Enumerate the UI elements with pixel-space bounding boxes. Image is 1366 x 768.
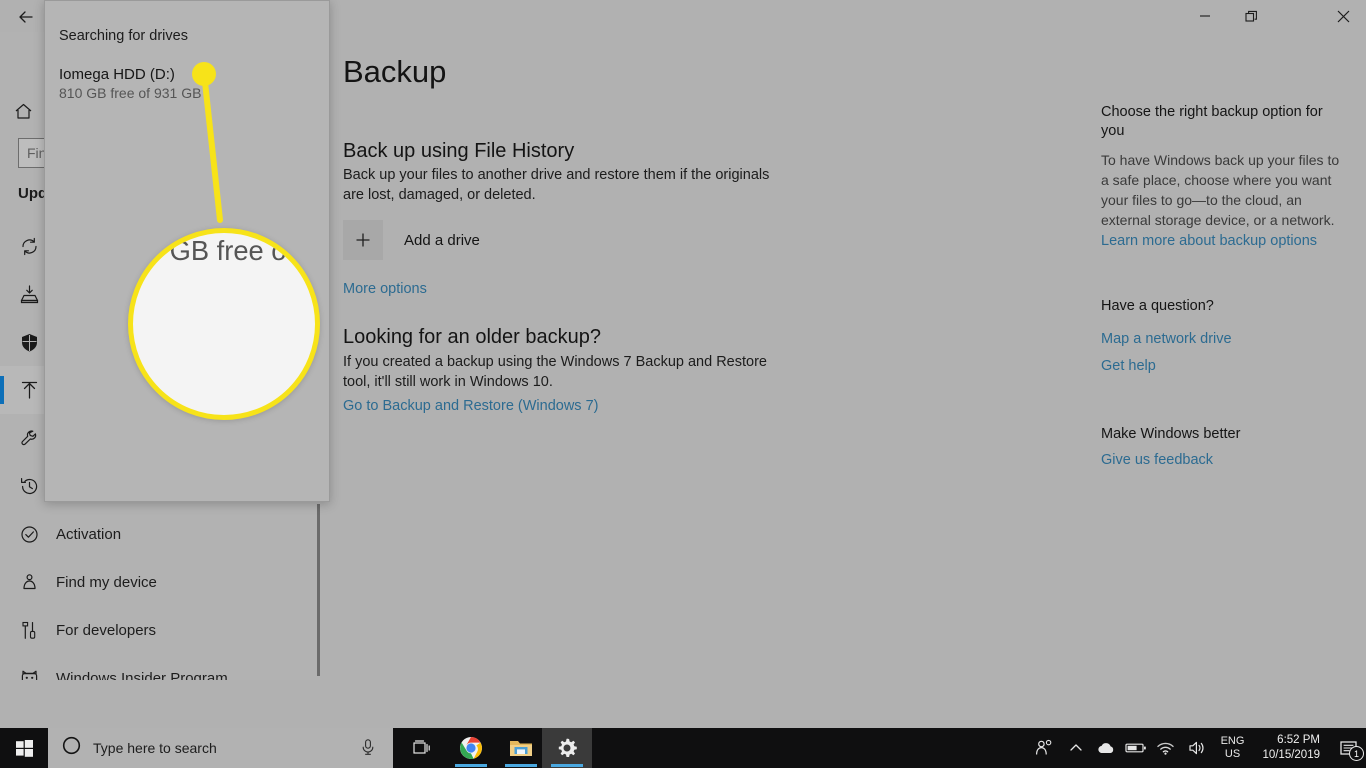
notification-count-badge: 1 <box>1349 746 1364 761</box>
go-to-backup-and-restore-link[interactable]: Go to Backup and Restore (Windows 7) <box>343 398 598 414</box>
upload-arrow-icon <box>12 380 46 401</box>
sidebar-item-windows-insider-program[interactable]: Windows Insider Program <box>0 654 320 680</box>
chrome-icon <box>460 737 482 759</box>
delivery-box-icon <box>12 284 46 305</box>
dev-tools-icon <box>12 620 46 641</box>
drive-name: Iomega HDD (D:) <box>59 66 175 83</box>
drive-free-space: 810 GB free of 931 GB <box>59 85 202 101</box>
screen: Fin Upd Windows Update <box>0 0 1366 768</box>
person-pin-icon <box>12 572 46 593</box>
taskbar-search-input[interactable]: Type here to search <box>48 728 393 768</box>
gear-icon <box>558 738 577 757</box>
map-a-network-drive-link[interactable]: Map a network drive <box>1101 331 1232 347</box>
magnifier-content: Searching for drives Iomega HDD (D:) 810… <box>131 233 317 415</box>
sync-icon <box>12 236 46 257</box>
right-pane-heading-backup-option: Choose the right backup option for you <box>1101 104 1323 139</box>
magnified-drive-free-space: 810 GB free of 931 GB <box>131 234 317 266</box>
taskbar-chrome-button[interactable] <box>446 728 496 768</box>
windows-logo-icon <box>15 739 33 757</box>
page-title: Backup <box>343 54 447 89</box>
sidebar-section-header: Upd <box>18 185 48 202</box>
battery-icon[interactable] <box>1121 728 1151 768</box>
sidebar-item-label: Find my device <box>56 573 157 591</box>
search-circle-icon <box>62 736 81 760</box>
give-us-feedback-link[interactable]: Give us feedback <box>1101 452 1213 468</box>
back-button[interactable] <box>4 2 48 32</box>
main-content: Backup Back up using File History Back u… <box>320 32 1080 728</box>
related-settings-pane: Choose the right backup option for you T… <box>1092 32 1352 728</box>
magnifier-callout: Searching for drives Iomega HDD (D:) 810… <box>128 228 320 420</box>
back-arrow-icon <box>19 11 33 23</box>
language-line-2: US <box>1224 748 1241 760</box>
maximize-button[interactable] <box>1228 0 1274 32</box>
clock-time: 6:52 PM <box>1277 734 1320 746</box>
close-icon <box>1337 10 1349 22</box>
chevron-up-icon[interactable] <box>1061 728 1091 768</box>
taskbar-file-explorer-button[interactable] <box>496 728 546 768</box>
get-help-link[interactable]: Get help <box>1101 358 1156 374</box>
start-button[interactable] <box>0 728 48 768</box>
sidebar-item-activation[interactable]: Activation <box>0 510 320 558</box>
running-indicator <box>551 764 583 767</box>
microphone-icon[interactable] <box>359 738 377 761</box>
taskbar: Type here to search ENG US 6:52 PM 10/15… <box>0 728 1366 768</box>
notification-center-button[interactable]: 1 <box>1330 728 1366 768</box>
flyout-title: Searching for drives <box>59 28 188 44</box>
running-indicator <box>505 764 537 767</box>
language-indicator[interactable]: ENG US <box>1213 728 1253 768</box>
add-a-drive-button[interactable]: Add a drive <box>343 220 480 260</box>
learn-more-backup-options-link[interactable]: Learn more about backup options <box>1101 233 1317 249</box>
older-backup-description: If you created a backup using the Window… <box>343 354 767 390</box>
clock[interactable]: 6:52 PM 10/15/2019 <box>1252 728 1330 768</box>
right-pane-heading-make-windows-better: Make Windows better <box>1101 426 1241 442</box>
sidebar-item-label: Activation <box>56 525 122 543</box>
cloud-icon[interactable] <box>1091 728 1121 768</box>
running-indicator <box>455 764 487 767</box>
history-clock-icon <box>12 476 46 497</box>
add-a-drive-label: Add a drive <box>404 231 480 249</box>
clock-date: 10/15/2019 <box>1262 749 1320 761</box>
file-history-heading: Back up using File History <box>343 140 575 162</box>
minimize-button[interactable] <box>1182 0 1228 32</box>
check-circle-icon <box>12 524 46 545</box>
task-view-icon <box>413 740 430 754</box>
right-pane-heading-question: Have a question? <box>1101 298 1214 314</box>
file-history-description: Back up your files to another drive and … <box>343 167 770 203</box>
sidebar-item-label: Windows Insider Program <box>56 669 228 681</box>
wrench-icon <box>12 428 46 449</box>
people-icon[interactable] <box>1027 728 1061 768</box>
shield-icon <box>12 332 46 353</box>
restore-icon <box>1244 10 1257 22</box>
older-backup-heading: Looking for an older backup? <box>343 326 601 348</box>
drive-list-item[interactable]: Iomega HDD (D:) 810 GB free of 931 GB <box>45 61 329 115</box>
taskbar-settings-button[interactable] <box>542 728 592 768</box>
sidebar-item-for-developers[interactable]: For developers <box>0 606 320 654</box>
insider-cat-icon <box>12 668 46 680</box>
taskbar-search-placeholder: Type here to search <box>93 740 217 756</box>
folder-icon <box>510 741 532 756</box>
sidebar-item-label: For developers <box>56 621 157 639</box>
right-pane-body-backup-option: To have Windows back up your files to a … <box>1101 152 1340 228</box>
plus-icon <box>343 220 383 260</box>
close-button[interactable] <box>1320 0 1366 32</box>
more-options-link[interactable]: More options <box>343 281 427 297</box>
wifi-icon[interactable] <box>1151 728 1181 768</box>
home-icon <box>15 103 32 119</box>
sidebar-item-find-my-device[interactable]: Find my device <box>0 558 320 606</box>
minimize-icon <box>1200 15 1210 17</box>
language-line-1: ENG <box>1220 735 1245 747</box>
taskbar-task-view-button[interactable] <box>396 728 446 768</box>
settings-window: Fin Upd Windows Update <box>0 0 1366 728</box>
speaker-icon[interactable] <box>1181 728 1213 768</box>
system-tray: ENG US 6:52 PM 10/15/2019 1 <box>1027 728 1366 768</box>
